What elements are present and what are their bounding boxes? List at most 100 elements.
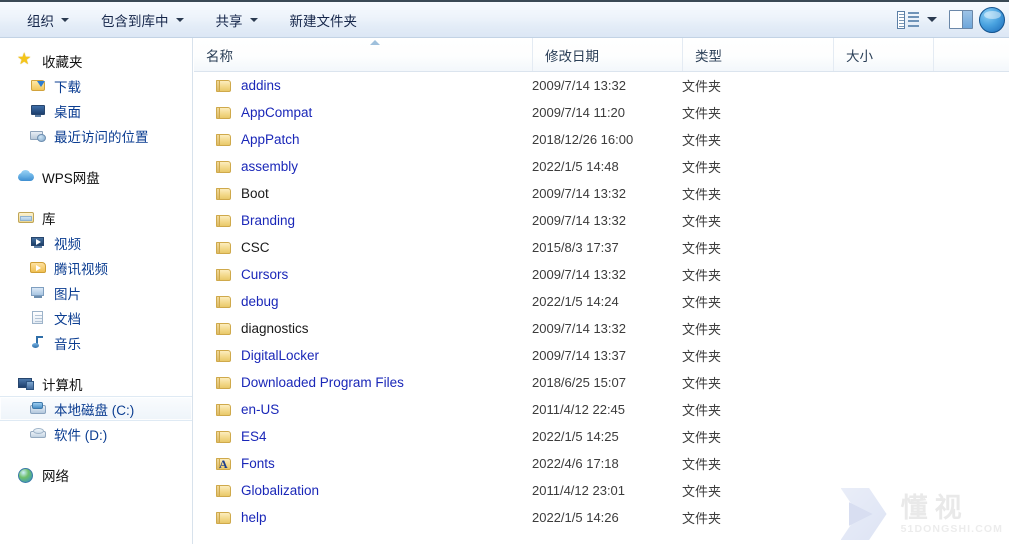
sidebar-item-documents[interactable]: 文档	[0, 305, 192, 330]
table-row[interactable]: AppPatch 2018/12/26 16:00 文件夹	[194, 126, 1009, 153]
desktop-icon	[30, 103, 47, 119]
pictures-icon	[30, 285, 47, 301]
toolbar-right-group	[897, 6, 1009, 33]
table-row[interactable]: diagnostics 2009/7/14 13:32 文件夹	[194, 315, 1009, 342]
file-type-cell: 文件夹	[682, 214, 722, 229]
sidebar-item-videos[interactable]: 视频	[0, 230, 192, 255]
file-name-cell[interactable]: Cursors	[194, 267, 532, 282]
sidebar-item-software-d[interactable]: 软件 (D:)	[0, 421, 192, 446]
sidebar-group-favorites[interactable]: 收藏夹	[0, 48, 192, 73]
tencent-video-icon	[30, 260, 47, 276]
sidebar-item-tencent-video[interactable]: 腾讯视频	[0, 255, 192, 280]
table-row[interactable]: ES4 2022/1/5 14:25 文件夹	[194, 423, 1009, 450]
file-name-cell[interactable]: Branding	[194, 213, 532, 228]
table-row[interactable]: Cursors 2009/7/14 13:32 文件夹	[194, 261, 1009, 288]
sidebar-item-local-disk-c[interactable]: 本地磁盘 (C:)	[0, 396, 192, 421]
file-name-cell[interactable]: addins	[194, 78, 532, 93]
file-date-cell: 2022/1/5 14:26	[532, 510, 619, 525]
sidebar-item-desktop[interactable]: 桌面	[0, 98, 192, 123]
file-type-cell: 文件夹	[682, 268, 722, 283]
column-header-spacer[interactable]	[933, 38, 1009, 71]
table-row[interactable]: en-US 2011/4/12 22:45 文件夹	[194, 396, 1009, 423]
sidebar-item-music[interactable]: 音乐	[0, 330, 192, 355]
table-row[interactable]: AppCompat 2009/7/14 11:20 文件夹	[194, 99, 1009, 126]
file-type-cell: 文件夹	[682, 241, 722, 256]
sidebar-group-libraries-label: 库	[42, 211, 56, 227]
table-row[interactable]: CSC 2015/8/3 17:37 文件夹	[194, 234, 1009, 261]
view-mode-dropdown-icon[interactable]	[927, 17, 937, 22]
file-date-cell: 2011/4/12 22:45	[532, 402, 626, 417]
folder-icon	[216, 295, 232, 309]
toolbar-button-organize[interactable]: 组织	[14, 7, 82, 33]
file-name-label: Downloaded Program Files	[241, 375, 404, 390]
view-mode-icon[interactable]	[897, 10, 919, 29]
chevron-down-icon	[249, 17, 258, 22]
file-name-label: addins	[241, 78, 281, 93]
table-row[interactable]: Globalization 2011/4/12 23:01 文件夹	[194, 477, 1009, 504]
sidebar-group-favorites-label: 收藏夹	[42, 54, 83, 70]
file-name-cell[interactable]: ES4	[194, 429, 532, 444]
file-name-cell[interactable]: CSC	[194, 240, 532, 255]
table-row[interactable]: addins 2009/7/14 13:32 文件夹	[194, 72, 1009, 99]
toolbar-button-share-label: 共享	[215, 13, 243, 29]
sidebar-group-computer[interactable]: 计算机	[0, 371, 192, 396]
table-row[interactable]: DigitalLocker 2009/7/14 13:37 文件夹	[194, 342, 1009, 369]
table-row[interactable]: assembly 2022/1/5 14:48 文件夹	[194, 153, 1009, 180]
navigation-pane[interactable]: 收藏夹 下载 桌面 最近访问的位置 WPS网盘 库 视频	[0, 38, 193, 544]
sidebar-item-downloads-label: 下载	[54, 79, 81, 95]
sidebar-item-software-d-label: 软件 (D:)	[54, 427, 108, 443]
toolbar-button-share[interactable]: 共享	[203, 7, 271, 33]
explorer-window: 组织 包含到库中 共享 新建文件夹 ★ 收藏夹 下载 桌面 最近访问的位置 WP…	[0, 0, 1009, 544]
sidebar-group-network[interactable]: 网络	[0, 462, 192, 487]
column-header-date-modified[interactable]: 修改日期	[532, 38, 682, 71]
toolbar-button-new-folder[interactable]: 新建文件夹	[277, 7, 371, 33]
file-name-cell[interactable]: AppPatch	[194, 132, 532, 147]
file-name-cell[interactable]: debug	[194, 294, 532, 309]
file-list[interactable]: addins 2009/7/14 13:32 文件夹 AppCompat 2009/7/…	[194, 72, 1009, 544]
folder-icon	[216, 403, 232, 417]
sidebar-item-music-label: 音乐	[54, 336, 81, 352]
file-name-cell[interactable]: assembly	[194, 159, 532, 174]
folder-icon	[216, 106, 232, 120]
table-row[interactable]: Downloaded Program Files 2018/6/25 15:07 文…	[194, 369, 1009, 396]
file-name-label: Cursors	[241, 267, 289, 282]
sidebar-item-local-disk-c-label: 本地磁盘 (C:)	[54, 402, 135, 418]
table-row[interactable]: A Fonts 2022/4/6 17:18 文件夹	[194, 450, 1009, 477]
file-name-cell[interactable]: A Fonts	[194, 456, 532, 471]
column-header-name-label: 名称	[206, 48, 233, 64]
file-name-cell[interactable]: help	[194, 510, 532, 525]
file-name-cell[interactable]: Globalization	[194, 483, 532, 498]
sidebar-item-pictures[interactable]: 图片	[0, 280, 192, 305]
sidebar-group-libraries[interactable]: 库	[0, 205, 192, 230]
file-type-cell: 文件夹	[682, 430, 722, 445]
sidebar-item-recent-places[interactable]: 最近访问的位置	[0, 123, 192, 148]
file-name-cell[interactable]: Boot	[194, 186, 532, 201]
file-name-cell[interactable]: en-US	[194, 402, 532, 417]
toolbar-button-organize-label: 组织	[27, 13, 54, 29]
file-name-cell[interactable]: DigitalLocker	[194, 348, 532, 363]
sidebar-item-wps-cloud[interactable]: WPS网盘	[0, 164, 192, 189]
column-header-size-label: 大小	[846, 48, 873, 64]
file-name-cell[interactable]: AppCompat	[194, 105, 532, 120]
file-name-cell[interactable]: Downloaded Program Files	[194, 375, 532, 390]
table-row[interactable]: help 2022/1/5 14:26 文件夹	[194, 504, 1009, 531]
fonts-folder-icon: A	[216, 457, 232, 471]
music-icon	[30, 335, 47, 351]
file-name-label: AppPatch	[241, 132, 300, 147]
preview-pane-icon[interactable]	[949, 10, 973, 29]
table-row[interactable]: Branding 2009/7/14 13:32 文件夹	[194, 207, 1009, 234]
file-name-cell[interactable]: diagnostics	[194, 321, 532, 336]
column-header-size[interactable]: 大小	[833, 38, 933, 71]
folder-icon	[216, 349, 232, 363]
help-icon[interactable]	[979, 6, 1005, 33]
column-header-name[interactable]: 名称	[194, 38, 532, 71]
table-row[interactable]: debug 2022/1/5 14:24 文件夹	[194, 288, 1009, 315]
column-header-type[interactable]: 类型	[682, 38, 833, 71]
file-date-cell: 2009/7/14 13:32	[532, 186, 626, 201]
toolbar-button-include-in-library[interactable]: 包含到库中	[88, 7, 197, 33]
sidebar-item-downloads[interactable]: 下载	[0, 73, 192, 98]
table-row[interactable]: Boot 2009/7/14 13:32 文件夹	[194, 180, 1009, 207]
file-date-cell: 2009/7/14 13:32	[532, 267, 626, 282]
file-type-cell: 文件夹	[682, 106, 722, 121]
